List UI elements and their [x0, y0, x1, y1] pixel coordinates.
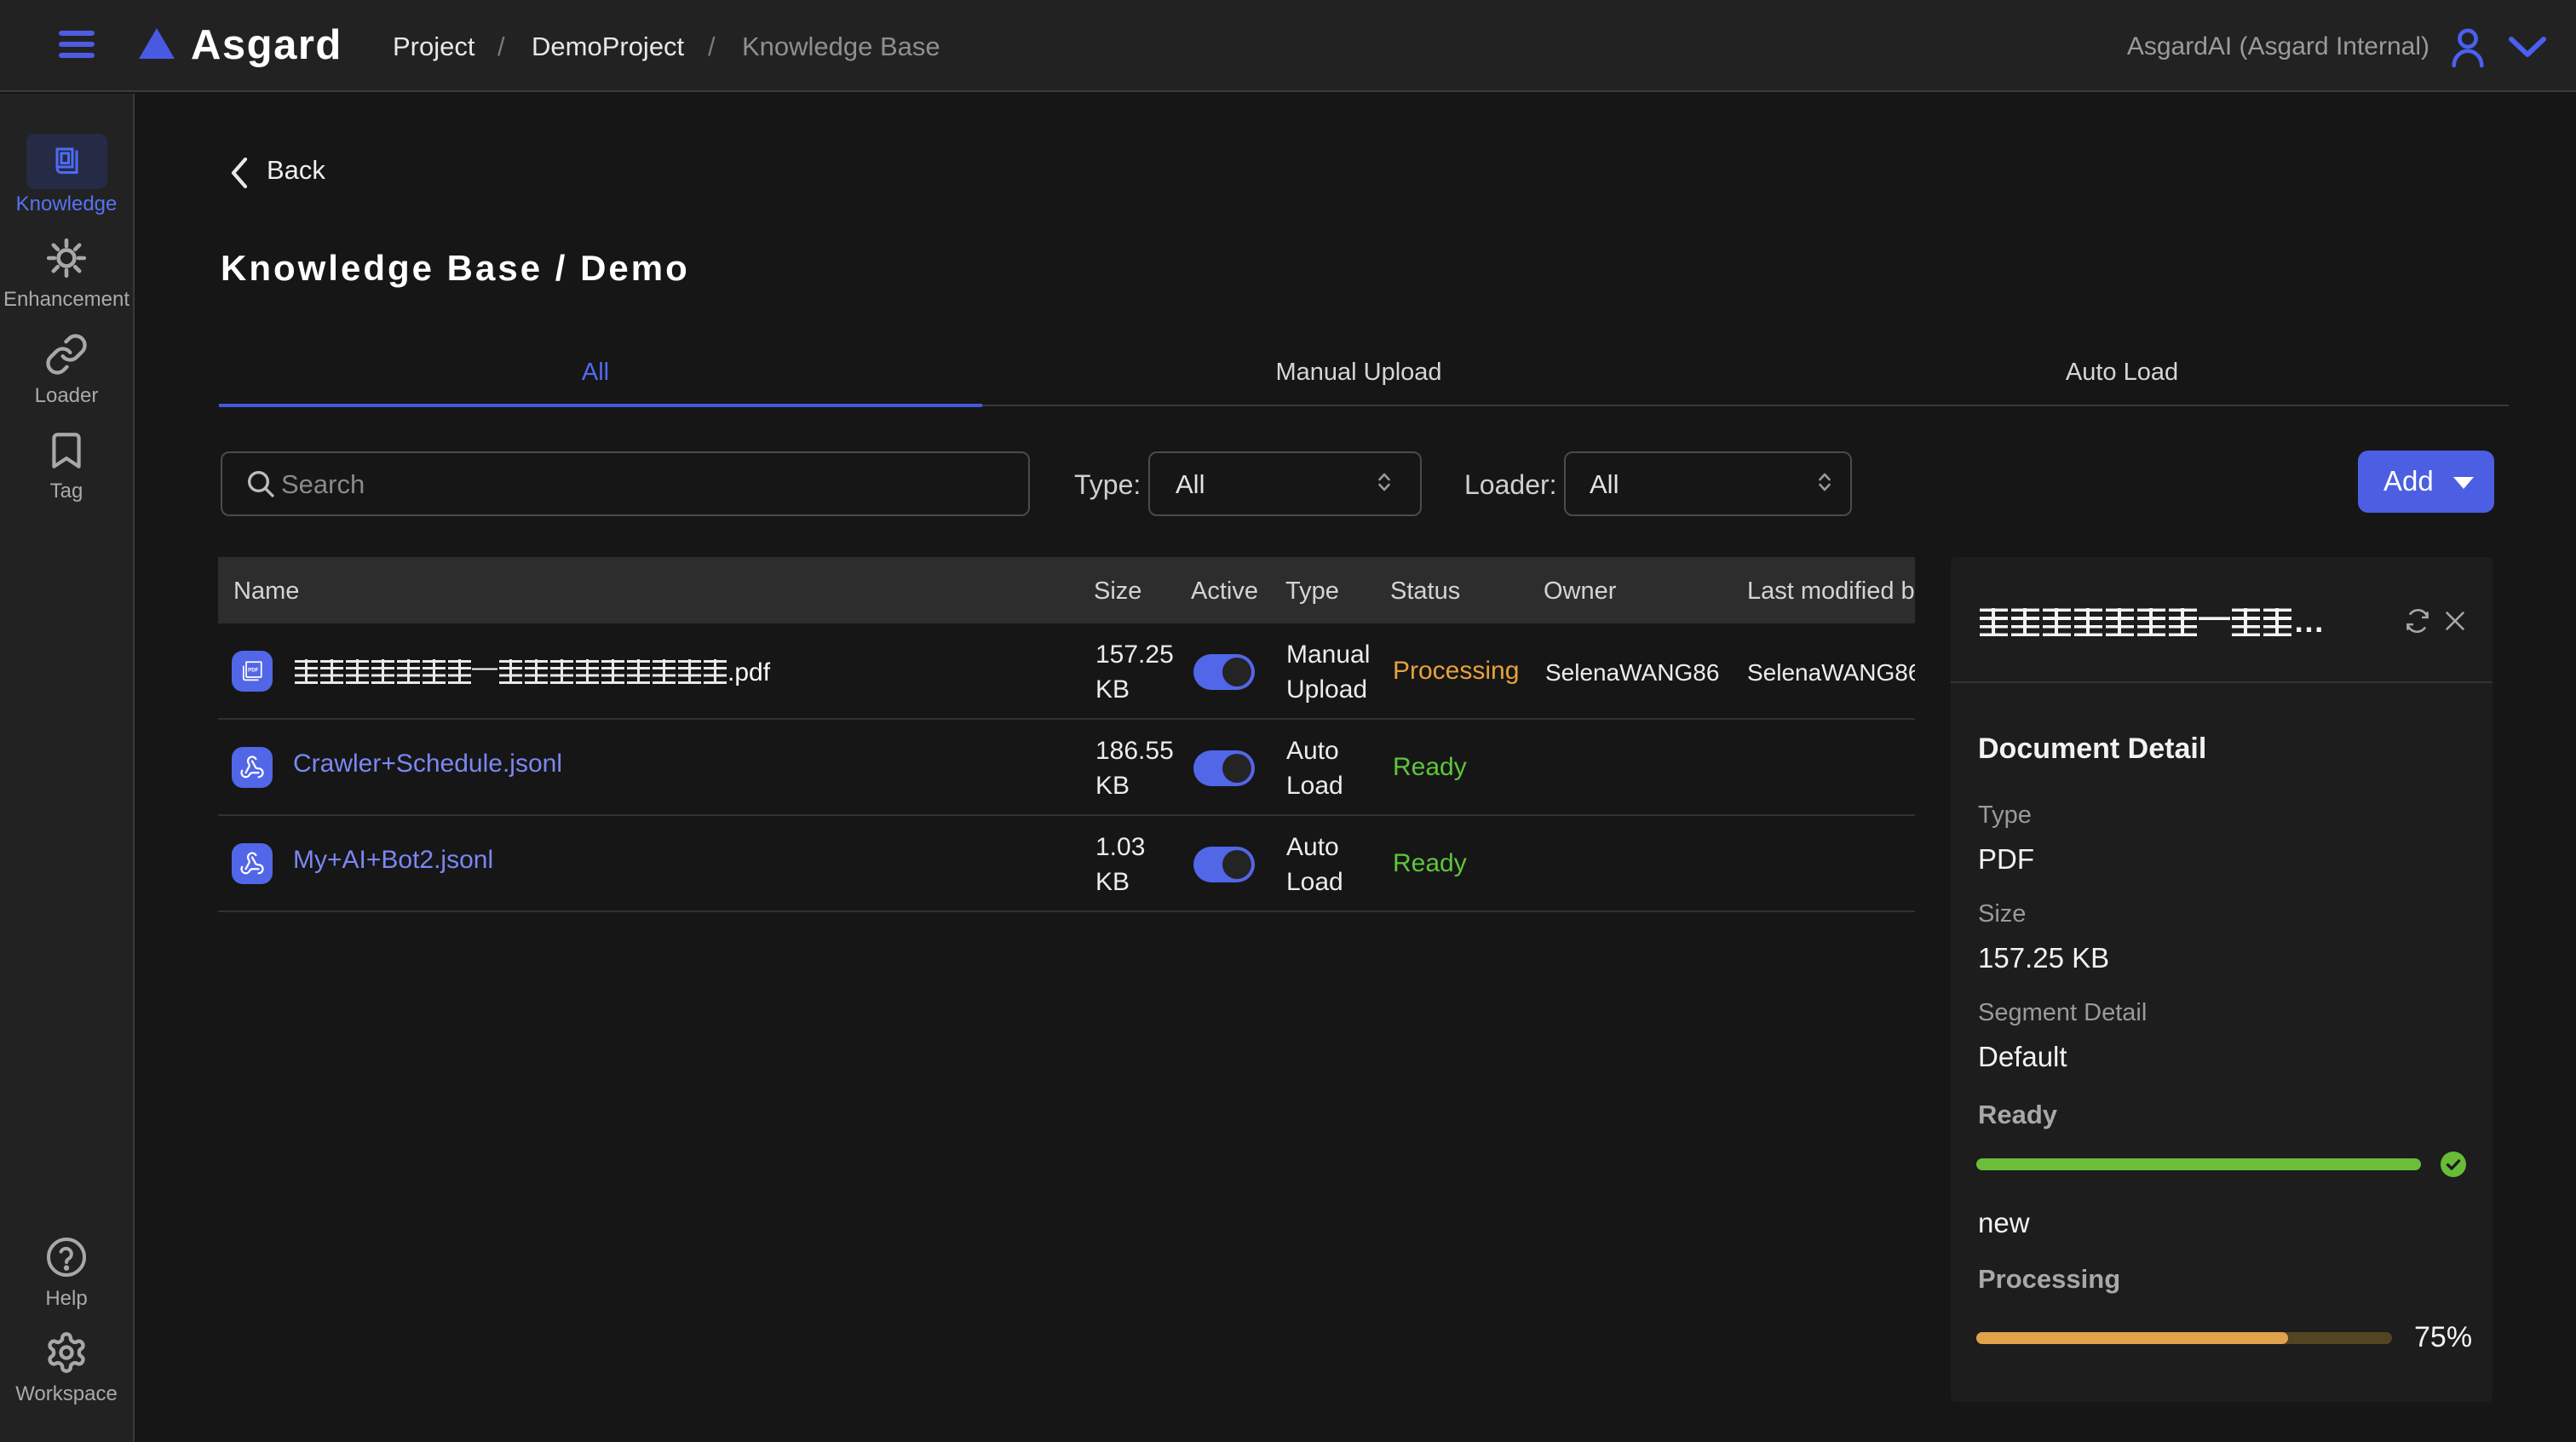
svg-text:PDF: PDF [248, 668, 259, 674]
